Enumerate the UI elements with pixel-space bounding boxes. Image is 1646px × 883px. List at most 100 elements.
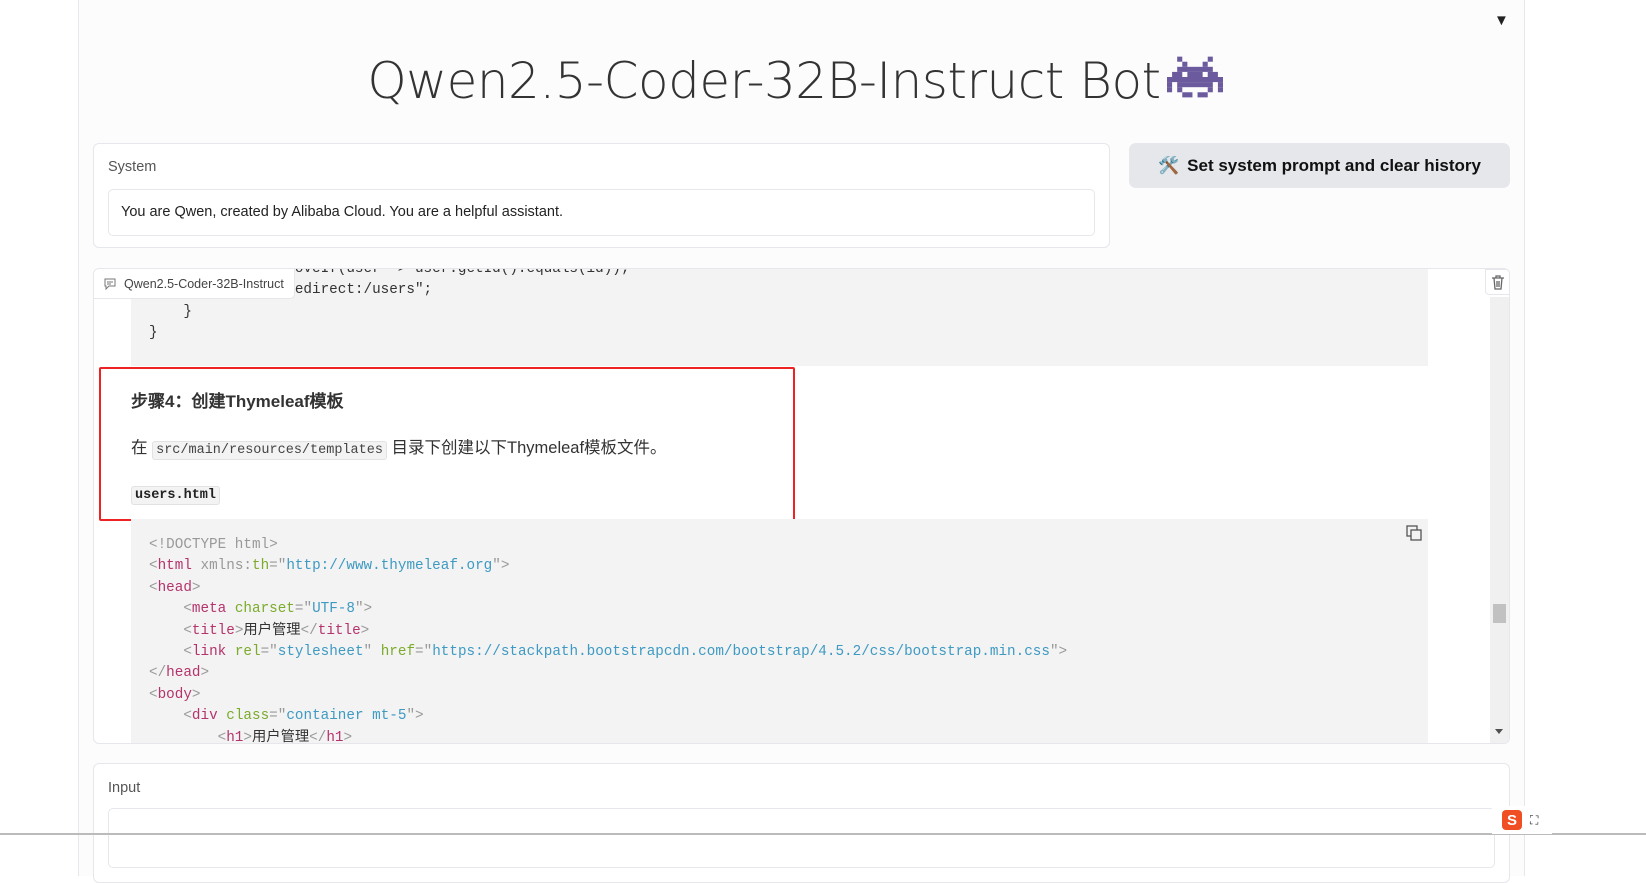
code-token: link [191, 644, 227, 661]
code-token: > [191, 686, 201, 703]
code-line: <title>用户管理</title> [149, 621, 1428, 642]
page-title-text: Qwen2.5-Coder-32B-Instruct Bot [367, 52, 1161, 110]
code-line: <!DOCTYPE html> [149, 535, 1428, 556]
code-token: > [243, 729, 252, 744]
chat-scrollbar[interactable] [1490, 297, 1509, 743]
copy-icon[interactable] [1406, 525, 1422, 541]
system-label: System [108, 159, 157, 175]
code-token: head [157, 579, 192, 596]
code-token: < [149, 622, 192, 639]
code-token: body [157, 686, 192, 703]
code-token: </ [300, 622, 318, 639]
code-token: > [343, 729, 353, 744]
code-token: rel [234, 644, 261, 661]
code-token: < [149, 644, 192, 661]
code-token: =" [294, 601, 313, 618]
code-token: container mt-5 [286, 708, 407, 725]
code-token: th [251, 558, 270, 575]
code-token: > [200, 665, 210, 682]
collapse-toggle-icon[interactable]: ▼ [1494, 12, 1509, 29]
code-token: </ [149, 665, 167, 682]
code-token: > [191, 579, 201, 596]
code-line: <body> [149, 685, 1428, 706]
code-line: return "redirect:/users"; [149, 280, 1428, 301]
code-token: =" [269, 558, 287, 575]
code-token: http://www.thymeleaf.org [286, 558, 493, 575]
code-token: xmlns: [191, 558, 252, 575]
chat-bubble-icon [104, 278, 116, 290]
code-token: =" [269, 708, 287, 725]
trash-icon [1492, 274, 1504, 290]
code-token: head [166, 665, 201, 682]
scroll-down-arrow-icon[interactable] [1495, 729, 1503, 734]
system-prompt-panel: System You are Qwen, created by Alibaba … [93, 143, 1110, 248]
code-line: users.removeIf(user -> user.getId().equa… [149, 269, 1428, 280]
input-label: Input [108, 780, 141, 796]
code-line: <h1>用户管理</h1> [149, 728, 1428, 744]
code-token: =" [415, 644, 433, 661]
code-line: <head> [149, 578, 1428, 599]
code-token: </ [309, 729, 327, 744]
code-token: div [191, 708, 218, 725]
code-token: "> [492, 558, 510, 575]
set-system-prompt-button[interactable]: 🛠️ Set system prompt and clear history [1129, 143, 1510, 188]
code-token: "> [1049, 644, 1068, 661]
code-token: < [149, 729, 227, 744]
scrollbar-thumb[interactable] [1493, 604, 1506, 624]
code-token: } [149, 325, 158, 342]
code-block-users-html: <!DOCTYPE html> <html xmlns:th="http://ww… [131, 519, 1428, 744]
code-token: charset [234, 601, 295, 618]
page-title: Qwen2.5-Coder-32B-Instruct Bot [0, 52, 1590, 110]
code-line: <div class="container mt-5"> [149, 706, 1428, 727]
code-token: 用户管理 [243, 622, 301, 639]
code-line: <meta charset="UTF-8"> [149, 599, 1428, 620]
code-token: title [191, 622, 235, 639]
code-token: UTF-8 [312, 601, 355, 618]
code-line: } [149, 323, 1428, 344]
hammer-wrench-icon: 🛠️ [1158, 155, 1180, 175]
code-token: > [360, 622, 370, 639]
code-token: h1 [326, 729, 344, 744]
code-token: title [317, 622, 361, 639]
code-token: stylesheet [277, 644, 364, 661]
code-token: "> [354, 601, 373, 618]
chatbot-label: Qwen2.5-Coder-32B-Instruct [94, 269, 295, 299]
code-token: } [149, 303, 192, 320]
input-panel: Input [93, 763, 1510, 883]
taskbar-edge [0, 833, 1646, 835]
code-token: =" [260, 644, 278, 661]
sogou-ime-icon[interactable]: S [1502, 810, 1522, 830]
chatbot-panel: users.removeIf(user -> user.getId().equa… [93, 268, 1510, 744]
code-token: html [157, 558, 192, 575]
space-invader-icon [1166, 56, 1223, 98]
chatbot-label-text: Qwen2.5-Coder-32B-Instruct [124, 276, 284, 291]
code-token: " [363, 644, 381, 661]
system-prompt-input[interactable]: You are Qwen, created by Alibaba Cloud. … [108, 189, 1095, 236]
highlight-box [99, 367, 795, 521]
code-token: <!DOCTYPE html> [149, 537, 278, 553]
code-token: href [380, 644, 416, 661]
code-token: < [149, 601, 192, 618]
code-token: < [149, 708, 192, 725]
code-token: https://stackpath.bootstrapcdn.com/boots… [432, 644, 1050, 661]
ime-expand-icon[interactable]: ⛶ [1530, 813, 1538, 828]
ime-toolbar[interactable]: S ⛶ [1492, 806, 1552, 834]
code-line: <link rel="stylesheet" href="https://sta… [149, 642, 1428, 663]
code-line: </head> [149, 663, 1428, 684]
code-line: <html xmlns:th="http://www.thymeleaf.org… [149, 556, 1428, 577]
code-block-top: users.removeIf(user -> user.getId().equa… [131, 269, 1428, 366]
clear-chat-button[interactable] [1485, 269, 1509, 295]
code-line: } [149, 302, 1428, 323]
code-token: < [149, 579, 158, 596]
code-token: 用户管理 [251, 729, 310, 744]
code-token: h1 [226, 729, 244, 744]
code-token: class [226, 708, 270, 725]
message-input[interactable] [108, 808, 1495, 868]
code-token: "> [406, 708, 424, 725]
code-token: < [149, 686, 158, 703]
set-system-prompt-label: Set system prompt and clear history [1187, 155, 1481, 175]
code-token: meta [191, 601, 227, 618]
